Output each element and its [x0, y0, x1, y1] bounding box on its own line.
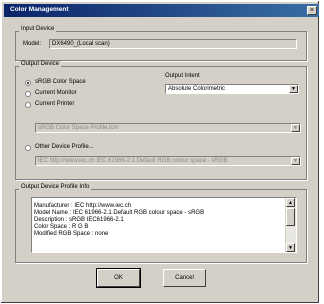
- other-profile-select[interactable]: IEC http://www.iec.ch IEC 61966-2.1 Defa…: [35, 156, 301, 166]
- chevron-down-icon: ▼: [293, 157, 298, 164]
- info-line: Manufacturer : IEC http://www.iec.ch: [34, 203, 132, 209]
- info-line: Model Name : IEC 61966-2.1 Default RGB c…: [34, 210, 205, 216]
- model-value-field: DX6490_(Local scan): [49, 39, 297, 49]
- chevron-down-icon: ▼: [291, 85, 296, 92]
- output-intent-value: Absolute Colorimetric: [168, 86, 226, 92]
- input-device-label: Input Device: [19, 26, 57, 32]
- radio-monitor-label: Current Monitor: [35, 90, 77, 96]
- info-line: Modified RGB Space : none: [34, 231, 109, 237]
- radio-srgb-label: sRGB Color Space: [35, 79, 86, 85]
- printer-profile-value: sRGB Color Space Profile.icm: [38, 125, 119, 131]
- radio-srgb-color-space[interactable]: [25, 80, 31, 86]
- ok-button-label: OK: [114, 275, 123, 281]
- title-bar: Color Management ×: [4, 4, 319, 17]
- chevron-down-icon: ▼: [293, 124, 298, 131]
- arrow-up-icon: ▲: [288, 199, 293, 206]
- output-device-label: Output Device: [19, 61, 62, 67]
- close-button[interactable]: ×: [307, 6, 317, 15]
- radio-other-device-profile[interactable]: [25, 145, 31, 151]
- output-intent-label: Output Intent: [165, 73, 200, 79]
- cancel-button-label: Cancel: [175, 275, 194, 281]
- radio-current-monitor[interactable]: [25, 91, 31, 97]
- model-label: Model:: [23, 41, 42, 47]
- close-icon: ×: [309, 7, 315, 14]
- info-line: Description : sRGB IEC61966-2.1: [34, 217, 124, 223]
- printer-profile-dropdown-button[interactable]: ▼: [291, 124, 300, 132]
- window-title: Color Management: [10, 6, 69, 13]
- color-management-dialog: Color Management × Input Device Model: D…: [0, 0, 320, 304]
- vertical-scrollbar[interactable]: ▲ ▼: [285, 198, 296, 252]
- cancel-button[interactable]: Cancel: [163, 269, 206, 287]
- radio-other-label: Other Device Profile...: [35, 144, 94, 150]
- output-intent-dropdown-button[interactable]: ▼: [289, 85, 298, 93]
- other-profile-dropdown-button[interactable]: ▼: [291, 157, 300, 165]
- radio-current-printer[interactable]: [25, 102, 31, 108]
- profile-info-list[interactable]: Manufacturer : IEC http://www.iec.ch Mod…: [31, 197, 297, 253]
- scroll-thumb[interactable]: [286, 208, 295, 226]
- ok-button[interactable]: OK: [96, 268, 141, 288]
- profile-info-label: Output Device Profile Info: [19, 184, 92, 190]
- scroll-up-button[interactable]: ▲: [286, 198, 295, 207]
- scroll-down-button[interactable]: ▼: [286, 243, 295, 252]
- output-intent-select[interactable]: Absolute Colorimetric: [165, 84, 299, 94]
- arrow-down-icon: ▼: [288, 244, 293, 251]
- other-profile-value: IEC http://www.iec.ch IEC 61966-2.1 Defa…: [38, 158, 228, 164]
- radio-printer-label: Current Printer: [35, 101, 75, 107]
- info-line: Color Space : R G B: [34, 224, 89, 230]
- printer-profile-select[interactable]: sRGB Color Space Profile.icm: [35, 123, 301, 133]
